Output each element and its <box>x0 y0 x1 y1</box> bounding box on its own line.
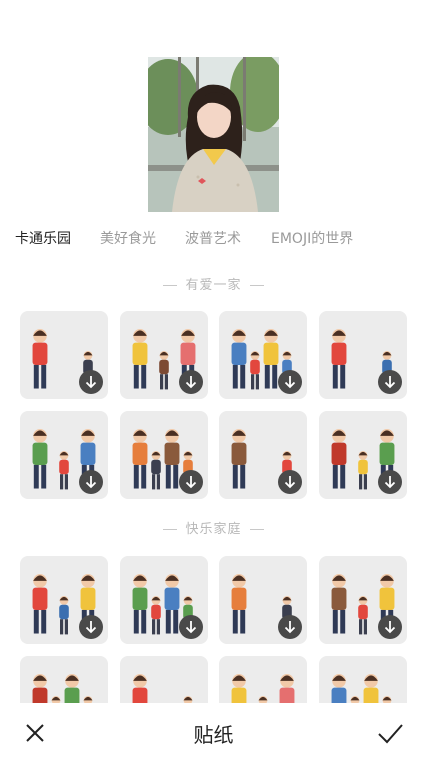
download-icon[interactable] <box>278 370 302 394</box>
sticker-tile[interactable] <box>20 311 108 399</box>
bottom-bar: 贴纸 <box>0 703 427 760</box>
tab-cartoon-park[interactable]: 卡通乐园 <box>15 228 71 248</box>
section-title: 快乐家庭 <box>185 522 242 537</box>
sticker-tile[interactable] <box>219 556 307 644</box>
download-icon[interactable] <box>79 470 103 494</box>
sticker-tile[interactable] <box>120 411 208 499</box>
sticker-tile[interactable] <box>120 556 208 644</box>
checkmark-icon[interactable] <box>375 720 405 746</box>
sticker-tile[interactable] <box>319 556 407 644</box>
download-icon[interactable] <box>179 470 203 494</box>
sticker-tile[interactable] <box>219 311 307 399</box>
divider <box>249 285 264 286</box>
section-header: 有爱一家 <box>0 274 427 293</box>
download-icon[interactable] <box>79 615 103 639</box>
download-icon[interactable] <box>278 470 302 494</box>
divider <box>163 529 178 530</box>
download-icon[interactable] <box>378 370 402 394</box>
sticker-tile[interactable] <box>319 311 407 399</box>
sticker-tile[interactable] <box>20 556 108 644</box>
sticker-tile[interactable] <box>219 411 307 499</box>
download-icon[interactable] <box>278 615 302 639</box>
download-icon[interactable] <box>179 615 203 639</box>
category-tabs: 卡通乐园 美好食光 波普艺术 EMOJI的世界 <box>0 222 427 252</box>
download-icon[interactable] <box>79 370 103 394</box>
download-icon[interactable] <box>378 615 402 639</box>
tab-emoji[interactable]: EMOJI的世界 <box>271 228 353 248</box>
tab-food[interactable]: 美好食光 <box>100 228 156 248</box>
sticker-tile[interactable] <box>319 411 407 499</box>
section-title: 有爱一家 <box>185 278 242 293</box>
tab-pop-art[interactable]: 波普艺术 <box>185 228 241 248</box>
preview-photo <box>148 57 279 212</box>
download-icon[interactable] <box>378 470 402 494</box>
page-title: 贴纸 <box>193 723 234 747</box>
divider <box>249 529 264 530</box>
divider <box>163 285 178 286</box>
sticker-tile[interactable] <box>20 411 108 499</box>
sticker-tile[interactable] <box>120 311 208 399</box>
download-icon[interactable] <box>179 370 203 394</box>
section-header: 快乐家庭 <box>0 518 427 537</box>
